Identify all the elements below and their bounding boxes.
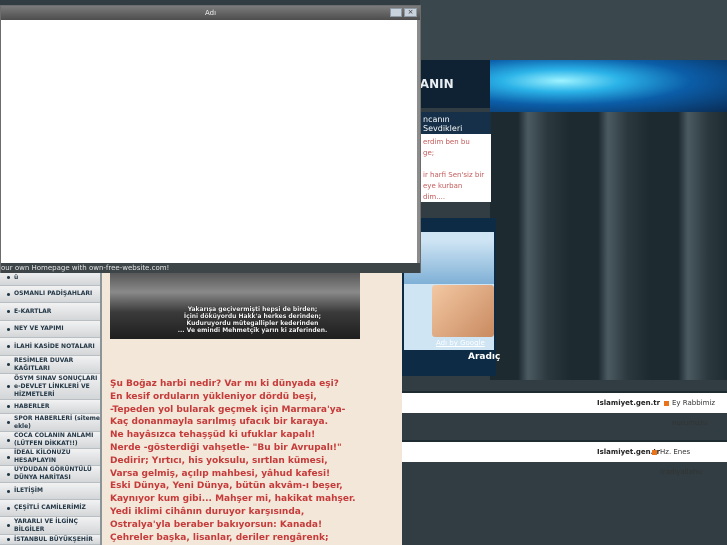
feed-source[interactable]: Islamiyet.gen.tr xyxy=(597,442,660,462)
nav-item-label[interactable]: ÖSYM SINAV SONUÇLARI e-DEVLET LİNKLERİ V… xyxy=(14,375,100,399)
decorative-stripes xyxy=(490,112,727,380)
rss-icon xyxy=(664,401,669,406)
sidebar-widget-text: erdim ben bu ge; ir harfi Sen'siz bir ey… xyxy=(421,134,491,206)
nav-item-label[interactable]: COCA COLANIN ANLAMI (LÜTFEN DİKKAT!!) xyxy=(14,432,100,448)
nav-item-label[interactable]: UYDUDAN GÖRÜNTÜLÜ DÜNYA HARİTASI xyxy=(14,466,100,482)
feed-text[interactable]: Hz. Enes (radıyallahu xyxy=(660,442,727,482)
poem-line: Varsa gelmiş, açılıp mahbesi, yâhud kafe… xyxy=(110,468,331,479)
poem-line: Çehreler başka, lisanlar, deriler rengâr… xyxy=(110,532,329,543)
nav-item[interactable]: SPOR HABERLERİ (siteme ekle) xyxy=(0,414,100,432)
nav-item-label[interactable]: İSTANBUL BÜYÜKŞEHİR xyxy=(14,536,93,544)
nav-item[interactable]: ÖSYM SINAV SONUÇLARI e-DEVLET LİNKLERİ V… xyxy=(0,374,100,400)
nav-item-label[interactable]: ü xyxy=(14,274,18,282)
nav-item-label[interactable]: İLAHİ KASİDE NOTALARI xyxy=(14,343,95,351)
sidebar-text-line xyxy=(423,159,489,170)
rss-icon xyxy=(652,450,657,455)
bullet-icon xyxy=(7,276,10,279)
sidebar-title-line: ncanın Sevdikleri xyxy=(423,115,463,133)
sidebar-text-line: ir harfi Sen'siz bir xyxy=(423,171,485,179)
nav-item[interactable]: ÇEŞİTLİ CAMİLERİMİZ xyxy=(0,500,100,517)
nav-item-label[interactable]: SPOR HABERLERİ (siteme ekle) xyxy=(14,415,100,431)
left-nav: ü OSMANLI PADİŞAHLARI E-KARTLAR NEY VE Y… xyxy=(0,270,102,545)
bullet-icon xyxy=(7,292,10,296)
feed-text[interactable]: Ey Rabbimiz nurumuzu xyxy=(672,393,727,433)
nav-item-label[interactable]: YARARLI VE İLGİNÇ BİLGİLER xyxy=(14,518,100,534)
nav-item-label[interactable]: E-KARTLAR xyxy=(14,308,51,316)
feed-row[interactable]: Islamiyet.gen.tr Ey Rabbimiz nurumuzu xyxy=(402,391,727,427)
bullet-icon xyxy=(7,421,10,424)
nav-item-label[interactable]: İLETİŞİM xyxy=(14,487,43,495)
popup-window[interactable]: Adı × our own Homepage with own-free-web… xyxy=(0,5,421,273)
nav-item-label[interactable]: OSMANLI PADİŞAHLARI xyxy=(14,290,92,298)
poem-line: Eski Dünya, Yeni Dünya, bütün akvâm-ı be… xyxy=(110,481,343,492)
image-caption: Yakarışa geçivermişti hepsi de birden; İ… xyxy=(150,306,355,334)
poem-line: Nerde -gösterdiği vahşetle- "Bu bir Avru… xyxy=(110,442,342,453)
bullet-icon xyxy=(7,438,10,442)
poem-line: Kaç donanmayla sarılmış ufacık bir karay… xyxy=(110,417,329,428)
window-status-bar: our own Homepage with own-free-website.c… xyxy=(1,263,420,273)
bullet-icon xyxy=(7,455,10,459)
caption-line: İçini döküyordu Hakk'a herkes derinden; xyxy=(183,313,322,320)
nav-item[interactable]: UYDUDAN GÖRÜNTÜLÜ DÜNYA HARİTASI xyxy=(0,466,100,483)
nav-item[interactable]: RESİMLER DUVAR KAĞITLARI xyxy=(0,356,100,374)
poem-line: Ne hayâsızca tehaşşüd ki ufuklar kapalı! xyxy=(110,430,316,441)
nav-item[interactable]: NEY VE YAPIMI xyxy=(0,321,100,338)
nav-item-label[interactable]: NEY VE YAPIMI xyxy=(14,325,64,333)
header-dark-strip xyxy=(420,0,727,62)
nav-item-label[interactable]: HABERLER xyxy=(14,403,50,411)
poem-line: Yedi iklimi cihânın duruyor karşısında, xyxy=(110,506,305,517)
feed-source[interactable]: Islamiyet.gen.tr xyxy=(597,393,660,413)
feed-row[interactable]: Islamiyet.gen.tr Hz. Enes (radıyallahu xyxy=(402,440,727,476)
ads-by-google-link[interactable]: Adı by Google xyxy=(436,339,485,347)
header-banner-image xyxy=(490,60,727,112)
bullet-icon xyxy=(7,472,10,476)
poem-line: -Tepeden yol bularak geçmek için Marmara… xyxy=(110,404,346,415)
sidebar-text-line: eye kurban xyxy=(423,182,463,190)
window-close-button[interactable]: × xyxy=(404,8,417,17)
sidebar-text-line: ge; xyxy=(423,149,435,157)
bullet-icon xyxy=(7,405,10,408)
ad-caption: Aradıç xyxy=(468,352,501,362)
nav-item[interactable]: COCA COLANIN ANLAMI (LÜTFEN DİKKAT!!) xyxy=(0,432,100,449)
poem-line: En kesif orduların yükleniyor dördü beşi… xyxy=(110,391,317,402)
window-titlebar[interactable]: Adı xyxy=(1,6,420,20)
poem-line: Şu Boğaz harbi nedir? Var mı ki dünyada … xyxy=(110,379,339,389)
bullet-icon xyxy=(7,385,10,388)
sidebar-widget-title: ncanın Sevdikleri izeler :) xyxy=(421,112,491,142)
window-minimize-button[interactable] xyxy=(390,8,402,17)
poem-line: Ostralya'yla beraber bakıyorsun: Kanada! xyxy=(110,519,323,530)
bullet-icon xyxy=(7,363,10,366)
nav-item[interactable]: İLETİŞİM xyxy=(0,483,100,500)
poem: Şu Boğaz harbi nedir? Var mı ki dünyada … xyxy=(110,378,395,544)
sidebar-text-line: dim.... xyxy=(423,193,446,201)
caption-line: Kuduruyordu mütegallipler kederinden xyxy=(186,320,319,327)
bullet-icon xyxy=(7,489,10,493)
nav-item[interactable]: YARARLI VE İLGİNÇ BİLGİLER xyxy=(0,517,100,535)
nav-item-label[interactable]: ÇEŞİTLİ CAMİLERİMİZ xyxy=(14,504,86,512)
nav-item[interactable]: OSMANLI PADİŞAHLARI xyxy=(0,286,100,303)
sidebar-widget: ncanın Sevdikleri izeler :) erdim ben bu… xyxy=(420,112,491,202)
nav-item[interactable]: İLAHİ KASİDE NOTALARI xyxy=(0,338,100,356)
bullet-icon xyxy=(7,538,10,541)
nav-item[interactable]: HABERLER xyxy=(0,400,100,414)
caption-line: Yakarışa geçivermişti hepsi de birden; xyxy=(187,306,318,313)
nav-item[interactable]: İDEAL KİLONUZU HESAPLAYIN xyxy=(0,449,100,466)
poem-line: Dedirir; Yırtıcı, his yoksulu, sırtlan k… xyxy=(110,455,328,466)
bullet-icon xyxy=(7,345,10,348)
sidebar-text-line: erdim ben bu xyxy=(423,138,470,146)
bullet-icon xyxy=(7,310,10,313)
bullet-icon xyxy=(7,524,10,527)
poem-line: Kaynıyor kum gibi... Mahşer mi, hakikat … xyxy=(110,494,356,505)
window-body[interactable] xyxy=(1,20,420,263)
nav-item-label[interactable]: İDEAL KİLONUZU HESAPLAYIN xyxy=(14,449,100,465)
bullet-icon xyxy=(7,506,10,510)
ad-person-photo[interactable] xyxy=(432,285,494,337)
nav-item[interactable]: E-KARTLAR xyxy=(0,303,100,321)
nav-item-label[interactable]: RESİMLER DUVAR KAĞITLARI xyxy=(14,357,100,373)
caption-line: ... Ve emindi Mehmetçik yarın ki zaferin… xyxy=(177,327,328,334)
nav-item[interactable]: İSTANBUL BÜYÜKŞEHİR xyxy=(0,535,100,545)
bullet-icon xyxy=(7,327,10,331)
